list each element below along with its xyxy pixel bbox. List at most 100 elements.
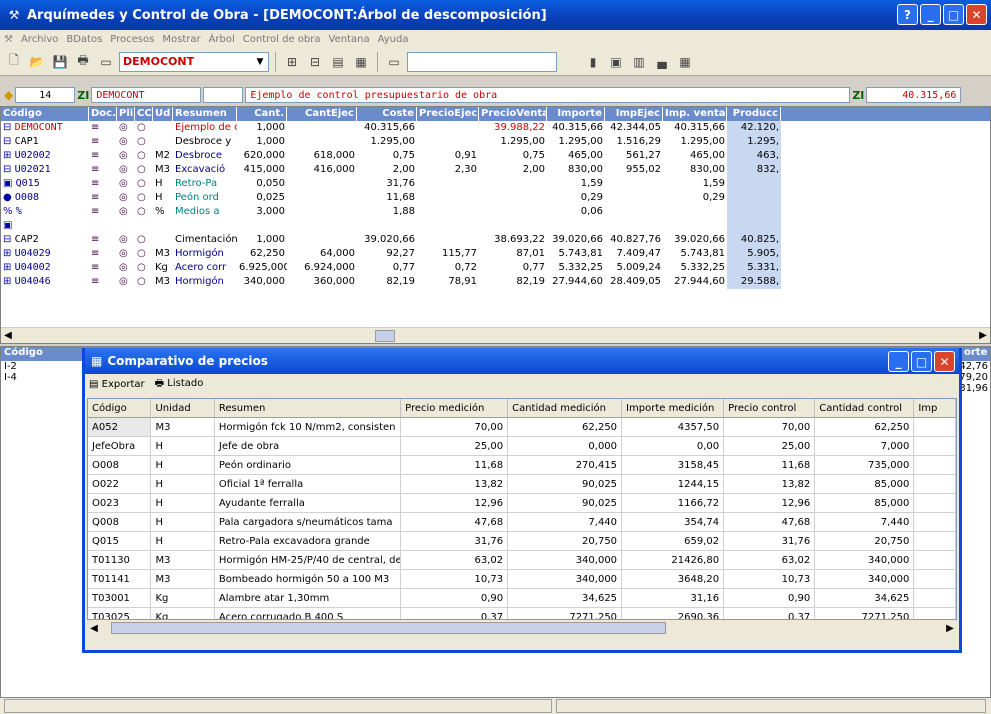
node-icon[interactable]: ▣ — [3, 220, 12, 231]
tree-col-header[interactable]: Resumen — [173, 107, 237, 121]
scroll-thumb[interactable] — [375, 329, 395, 342]
node-icon[interactable]: ▣ — [3, 178, 16, 189]
tree-col-header[interactable]: CC — [135, 107, 153, 121]
scroll-left-icon[interactable]: ◀ — [87, 623, 101, 634]
unit-field[interactable] — [203, 87, 244, 103]
node-icon[interactable]: % — [3, 206, 16, 217]
grid-icon[interactable]: ▦ — [675, 52, 695, 72]
maximize-button[interactable]: □ — [943, 4, 964, 25]
tree-col-header[interactable]: Código — [1, 107, 89, 121]
menu-procesos[interactable]: Procesos — [110, 34, 154, 45]
export-button[interactable]: ▤ Exportar — [89, 379, 145, 390]
grid-row[interactable]: A052 M3 Hormigón fck 10 N/mm2, consisten 70… — [88, 418, 956, 437]
tree-row[interactable]: ⊞ U04002 ≡ ◎ ○ Kg Acero corr 6.925,000 6.924,00… — [1, 261, 990, 275]
summary-field[interactable]: Ejemplo de control presupuestario de obr… — [245, 87, 851, 103]
tree-row[interactable]: ⊟ U02021 ≡ ◎ ○ M3 Excavació 415,000 416,000 2,00… — [1, 163, 990, 177]
grid-row[interactable]: JefeObra H Jefe de obra 25,00 0,000 0,00 25,00… — [88, 437, 956, 456]
close-button[interactable]: ✕ — [966, 4, 987, 25]
dialog-close-button[interactable]: ✕ — [934, 351, 955, 372]
grid-col-header[interactable]: Unidad — [151, 399, 215, 418]
grid-row[interactable]: Q015 H Retro-Pala excavadora grande 31,76 20… — [88, 532, 956, 551]
menu-mostrar[interactable]: Mostrar — [162, 34, 200, 45]
menu-control[interactable]: Control de obra — [243, 34, 321, 45]
tree-hscrollbar[interactable]: ◀ ▶ — [1, 327, 990, 343]
grid-row[interactable]: O022 H Oficial 1ª ferralla 13,82 90,025 1244,… — [88, 475, 956, 494]
chart-icon[interactable]: ▄ — [652, 52, 672, 72]
tree-row[interactable]: ⊞ U04046 ≡ ◎ ○ M3 Hormigón 340,000 360,000 82,19… — [1, 275, 990, 289]
grid-row[interactable]: T03025 Kg Acero corrugado B 400 S 0,37 7271,… — [88, 608, 956, 619]
tree-col-header[interactable]: Coste — [357, 107, 417, 121]
help-button[interactable]: ? — [897, 4, 918, 25]
code-field[interactable]: DEMOCONT — [91, 87, 202, 103]
dialog-minimize-button[interactable]: _ — [888, 351, 909, 372]
grid-col-header[interactable]: Cantidad control — [815, 399, 915, 418]
node-icon[interactable]: ⊞ — [3, 276, 15, 287]
tree-col-header[interactable]: Doc. — [89, 107, 117, 121]
new-file-icon[interactable]: 🗋 — [4, 52, 24, 72]
tree-row[interactable]: ⊟ DEMOCONT≡◎○Ejemplo de co1,00040.315,66… — [1, 121, 990, 135]
building-icon[interactable]: ▦ — [351, 52, 371, 72]
node-icon[interactable]: ⊟ — [3, 122, 15, 133]
document-icon[interactable]: ▤ — [328, 52, 348, 72]
tree-col-header[interactable]: Imp. venta — [663, 107, 727, 121]
node-icon[interactable]: ⊟ — [3, 234, 15, 245]
menu-ayuda[interactable]: Ayuda — [378, 34, 409, 45]
minimize-button[interactable]: _ — [920, 4, 941, 25]
tree-col-header[interactable]: PrecioVenta — [479, 107, 547, 121]
grid-col-header[interactable]: Importe medición — [622, 399, 725, 418]
calc-icon[interactable]: ▥ — [629, 52, 649, 72]
save-icon[interactable]: 💾 — [50, 52, 70, 72]
tree-add-icon[interactable]: ⊞ — [282, 52, 302, 72]
menu-bdatos[interactable]: BDatos — [66, 34, 102, 45]
grid-row[interactable]: T01130 M3 Hormigón HM-25/P/40 de central, … — [88, 551, 956, 570]
grid-row[interactable]: Q008 H Pala cargadora s/neumáticos tama 47,… — [88, 513, 956, 532]
scroll-thumb[interactable] — [111, 622, 666, 634]
tree-row[interactable]: ⊞ U04029 ≡ ◎ ○ M3 Hormigón 62,250 64,000 92,27 11… — [1, 247, 990, 261]
menu-ventana[interactable]: Ventana — [329, 34, 370, 45]
dialog-maximize-button[interactable]: □ — [911, 351, 932, 372]
tree-col-header[interactable]: Ud — [153, 107, 173, 121]
grid-row[interactable]: T03001 Kg Alambre atar 1,30mm 0,90 34,625 31,… — [88, 589, 956, 608]
print-icon[interactable]: 🖶 — [73, 52, 93, 72]
tree-col-header[interactable]: Pli. — [117, 107, 135, 121]
tree-row[interactable]: ▣ — [1, 219, 990, 233]
grid-row[interactable]: T01141 M3 Bombeado hormigón 50 a 100 M3 10,… — [88, 570, 956, 589]
notes-icon[interactable]: ▣ — [606, 52, 626, 72]
node-icon[interactable]: ⊞ — [3, 262, 15, 273]
open-folder-icon[interactable]: 📂 — [27, 52, 47, 72]
grid-col-header[interactable]: Precio medición — [401, 399, 509, 418]
scroll-right-icon[interactable]: ▶ — [976, 330, 990, 341]
node-icon[interactable]: ● — [3, 192, 15, 203]
search-input[interactable] — [407, 51, 557, 72]
tree-col-header[interactable]: Producc — [727, 107, 781, 121]
node-icon[interactable]: ⊟ — [3, 164, 15, 175]
tree-col-header[interactable]: ImpEjec — [605, 107, 663, 121]
grid-col-header[interactable]: Resumen — [214, 399, 402, 418]
grid-row[interactable]: O023 H Ayudante ferralla 12,96 90,025 1166,72… — [88, 494, 956, 513]
menu-arbol[interactable]: Árbol — [209, 34, 235, 45]
scroll-right-icon[interactable]: ▶ — [943, 623, 957, 634]
grid-hscrollbar[interactable]: ◀ ▶ — [87, 620, 957, 636]
scroll-left-icon[interactable]: ◀ — [1, 330, 15, 341]
list-button[interactable]: 🖶 Listado — [155, 376, 204, 393]
tree-col-header[interactable]: CantEjec — [287, 107, 357, 121]
tree-col-header[interactable]: PrecioEjec — [417, 107, 479, 121]
copy-icon[interactable]: ▭ — [384, 52, 404, 72]
tree-row[interactable]: % % ≡ ◎ ○% Medios a 3,000 1,88 0,06 — [1, 205, 990, 219]
grid-col-header[interactable]: Código — [88, 399, 152, 418]
grid-row[interactable]: O008 H Peón ordinario 11,68 270,415 3158,45 11… — [88, 456, 956, 475]
tree-row[interactable]: ● O008 ≡ ◎ ○ H Peón ord 0,025 11,68 0,29 0,29 — [1, 191, 990, 205]
tree-col-header[interactable]: Cant. — [237, 107, 287, 121]
tree-col-header[interactable]: Importe — [547, 107, 605, 121]
node-icon[interactable]: ⊞ — [3, 248, 15, 259]
total-field[interactable]: 40.315,66 — [866, 87, 962, 103]
tree-remove-icon[interactable]: ⊟ — [305, 52, 325, 72]
window-icon[interactable]: ▭ — [96, 52, 116, 72]
node-icon[interactable]: ⊞ — [3, 150, 15, 161]
grid-col-header[interactable]: Cantidad medición — [508, 399, 623, 418]
grid-col-header[interactable]: Imp — [914, 399, 956, 418]
project-select[interactable]: DEMOCONT ▼ — [119, 51, 269, 72]
tree-row[interactable]: ⊟ CAP2 ≡ ◎ ○ Cimentación 1,000 39.020,66 38.693… — [1, 233, 990, 247]
grid-col-header[interactable]: Precio control — [724, 399, 816, 418]
menu-archivo[interactable]: Archivo — [21, 34, 58, 45]
